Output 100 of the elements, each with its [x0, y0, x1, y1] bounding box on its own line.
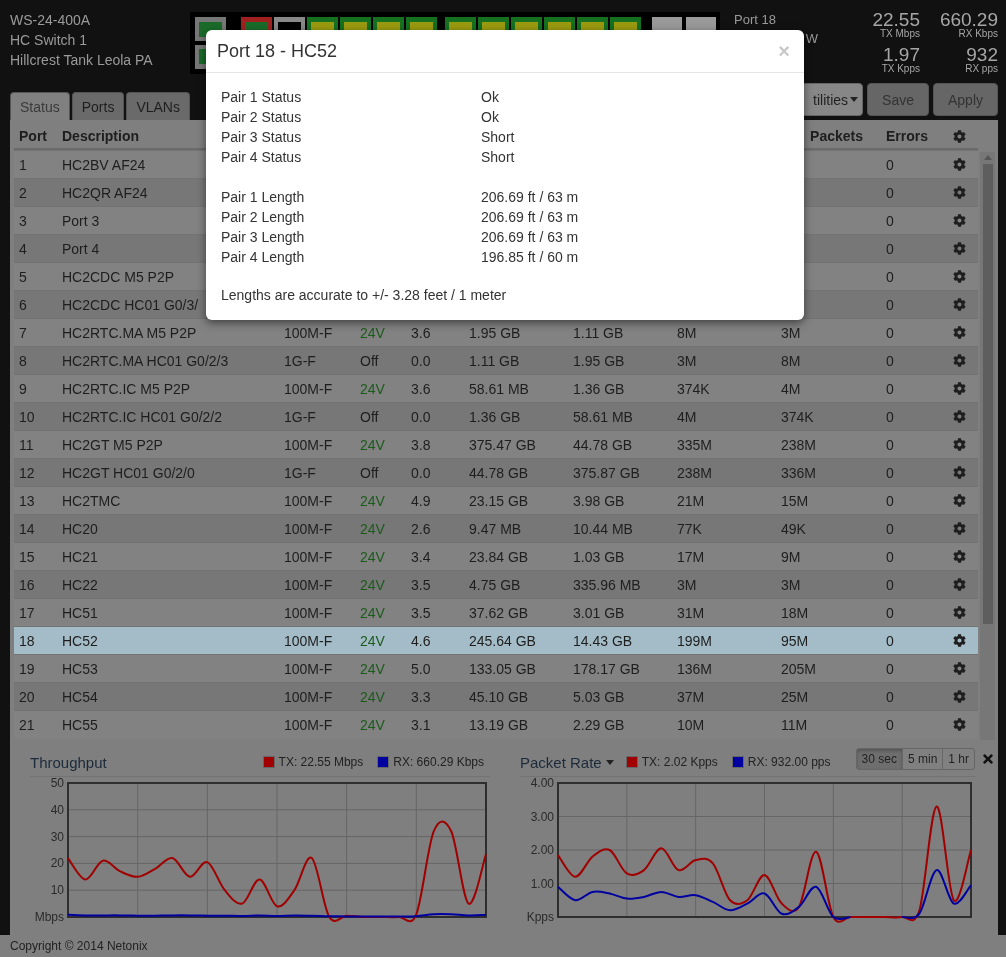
table-cell-text: 0	[885, 520, 895, 537]
port-detail: W	[805, 30, 818, 48]
table-cell-text: 1G-F	[283, 352, 317, 369]
settings-icon[interactable]	[953, 354, 966, 367]
table-cell-text: HC2RTC.IC M5 P2P	[61, 380, 192, 397]
time-range-button[interactable]: 5 min	[901, 748, 944, 770]
chart-title[interactable]: Packet Rate	[520, 753, 614, 771]
column-header: Packets	[809, 128, 864, 144]
table-row[interactable]: 18 HC52 100M-F 24V 4.6 245.64 GB 14.43 GB 199M 95M 0	[14, 626, 978, 654]
table-cell-text: 24V	[359, 436, 386, 453]
settings-icon[interactable]	[953, 466, 966, 479]
tab[interactable]: Ports	[71, 92, 125, 120]
table-cell-text: 136M	[676, 660, 714, 677]
settings-icon[interactable]	[953, 662, 966, 675]
table-cell-text: 0.0	[410, 464, 432, 481]
table-cell-text: 1G-F	[283, 408, 317, 425]
settings-icon[interactable]	[953, 550, 966, 563]
table-cell-text: 20	[18, 688, 36, 705]
table-cell-text: HC52	[61, 632, 99, 649]
table-row[interactable]: 20 HC54 100M-F 24V 3.3 45.10 GB 5.03 GB 37M 25M 0	[14, 682, 978, 710]
table-row[interactable]: 14 HC20 100M-F 24V 2.6 9.47 MB 10.44 MB 77K 49K 0	[14, 514, 978, 542]
tab[interactable]: VLANs	[126, 92, 190, 120]
settings-icon[interactable]	[953, 242, 966, 255]
table-row[interactable]: 8 HC2RTC.MA HC01 G0/2/3 1G-F Off 0.0 1.11 GB 1.95 GB 3M 8M 0	[14, 346, 978, 374]
settings-icon[interactable]	[953, 606, 966, 619]
table-cell-text: 100M-F	[283, 380, 334, 397]
table-cell-text: 3.6	[410, 380, 432, 397]
settings-icon[interactable]	[953, 634, 966, 647]
table-cell-text: 14.43 GB	[572, 632, 634, 649]
table-cell-text: 100M-F	[283, 520, 334, 537]
dialog-note: Lengths are accurate to +/- 3.28 feet / 1 meter	[221, 287, 508, 303]
table-cell-text: HC54	[61, 688, 99, 705]
field-label: Pair 3 Status	[221, 128, 303, 147]
axis-tick-label: Mbps	[34, 910, 64, 924]
settings-icon[interactable]	[953, 690, 966, 703]
table-cell-text: 24V	[359, 492, 386, 509]
table-cell-text: 374K	[780, 408, 815, 425]
table-cell-text: 0.0	[410, 408, 432, 425]
table-cell-text: 3.4	[410, 548, 432, 565]
column-header: Port	[18, 128, 48, 144]
settings-icon[interactable]	[953, 214, 966, 227]
table-cell-text: HC2GT HC01 G0/2/0	[61, 464, 196, 481]
table-cell-text: 4.9	[410, 492, 432, 509]
table-cell-text: 24V	[359, 716, 386, 733]
axis-tick-label: 3.00	[530, 809, 554, 824]
settings-icon[interactable]	[953, 129, 966, 143]
settings-icon[interactable]	[953, 158, 966, 171]
field-label: Pair 4 Length	[221, 248, 306, 267]
table-cell-text: 238M	[780, 436, 818, 453]
settings-icon[interactable]	[953, 522, 966, 535]
table-cell-text: 0	[885, 184, 895, 201]
settings-icon[interactable]	[953, 438, 966, 451]
table-cell-text: 0	[885, 268, 895, 285]
table-cell-text: 10M	[676, 716, 706, 733]
table-cell-text: 10.44 MB	[572, 520, 634, 537]
table-row[interactable]: 12 HC2GT HC01 G0/2/0 1G-F Off 0.0 44.78 GB 375.87 GB 238M 336M 0	[14, 458, 978, 486]
table-cell-text: 245.64 GB	[468, 632, 537, 649]
table-cell-text: 24V	[359, 520, 386, 537]
table-cell-text: 3.5	[410, 604, 432, 621]
copyright-text: Copyright © 2014 Netonix	[10, 939, 148, 953]
tab[interactable]: Status	[10, 92, 70, 120]
table-cell-text: Port 4	[61, 240, 101, 257]
device-model: WS-24-400A	[10, 11, 92, 30]
table-cell-text: 16	[18, 576, 36, 593]
field-value: Ok	[481, 108, 500, 127]
table-cell-text: 5.0	[410, 660, 432, 677]
table-row[interactable]: 16 HC22 100M-F 24V 3.5 4.75 GB 335.96 MB 3M 3M 0	[14, 570, 978, 598]
table-cell-text: 24V	[359, 380, 386, 397]
table-cell-text: 24V	[359, 660, 386, 677]
dialog-title: Port 18 - HC52	[217, 40, 338, 62]
table-cell-text: 19	[18, 660, 36, 677]
table-cell-text: 374K	[676, 380, 711, 397]
settings-icon[interactable]	[953, 270, 966, 283]
legend-item: TX: 22.55 Mbps	[262, 755, 364, 769]
table-cell-text: 31M	[676, 604, 706, 621]
table-cell-text: 0	[885, 212, 895, 229]
settings-icon[interactable]	[953, 578, 966, 591]
axis-tick-label: 50	[50, 777, 64, 790]
scroll-up-icon	[983, 155, 992, 160]
table-cell-text: 375.47 GB	[468, 436, 537, 453]
table-cell-text: 21	[18, 716, 36, 733]
time-range-button[interactable]: 30 sec	[855, 748, 903, 770]
settings-icon[interactable]	[953, 382, 966, 395]
table-cell-text: 100M-F	[283, 660, 334, 677]
table-cell-text: 44.78 GB	[572, 436, 634, 453]
settings-icon[interactable]	[953, 326, 966, 339]
table-row[interactable]: 10 HC2RTC.IC HC01 G0/2/2 1G-F Off 0.0 1.36 GB 58.61 MB 4M 374K 0	[14, 402, 978, 430]
scrollbar[interactable]	[980, 152, 995, 740]
settings-icon[interactable]	[953, 186, 966, 199]
table-cell-text: 24V	[359, 632, 386, 649]
table-cell-text: 14	[18, 520, 36, 537]
settings-icon[interactable]	[953, 410, 966, 423]
table-cell-text: 7	[18, 324, 28, 341]
table-cell-text: 23.15 GB	[468, 492, 530, 509]
settings-icon[interactable]	[953, 494, 966, 507]
time-range-button[interactable]: 1 hr	[942, 748, 975, 770]
table-cell-text: 15	[18, 548, 36, 565]
settings-icon[interactable]	[953, 718, 966, 731]
settings-icon[interactable]	[953, 298, 966, 311]
table-cell-text: 4M	[676, 408, 698, 425]
